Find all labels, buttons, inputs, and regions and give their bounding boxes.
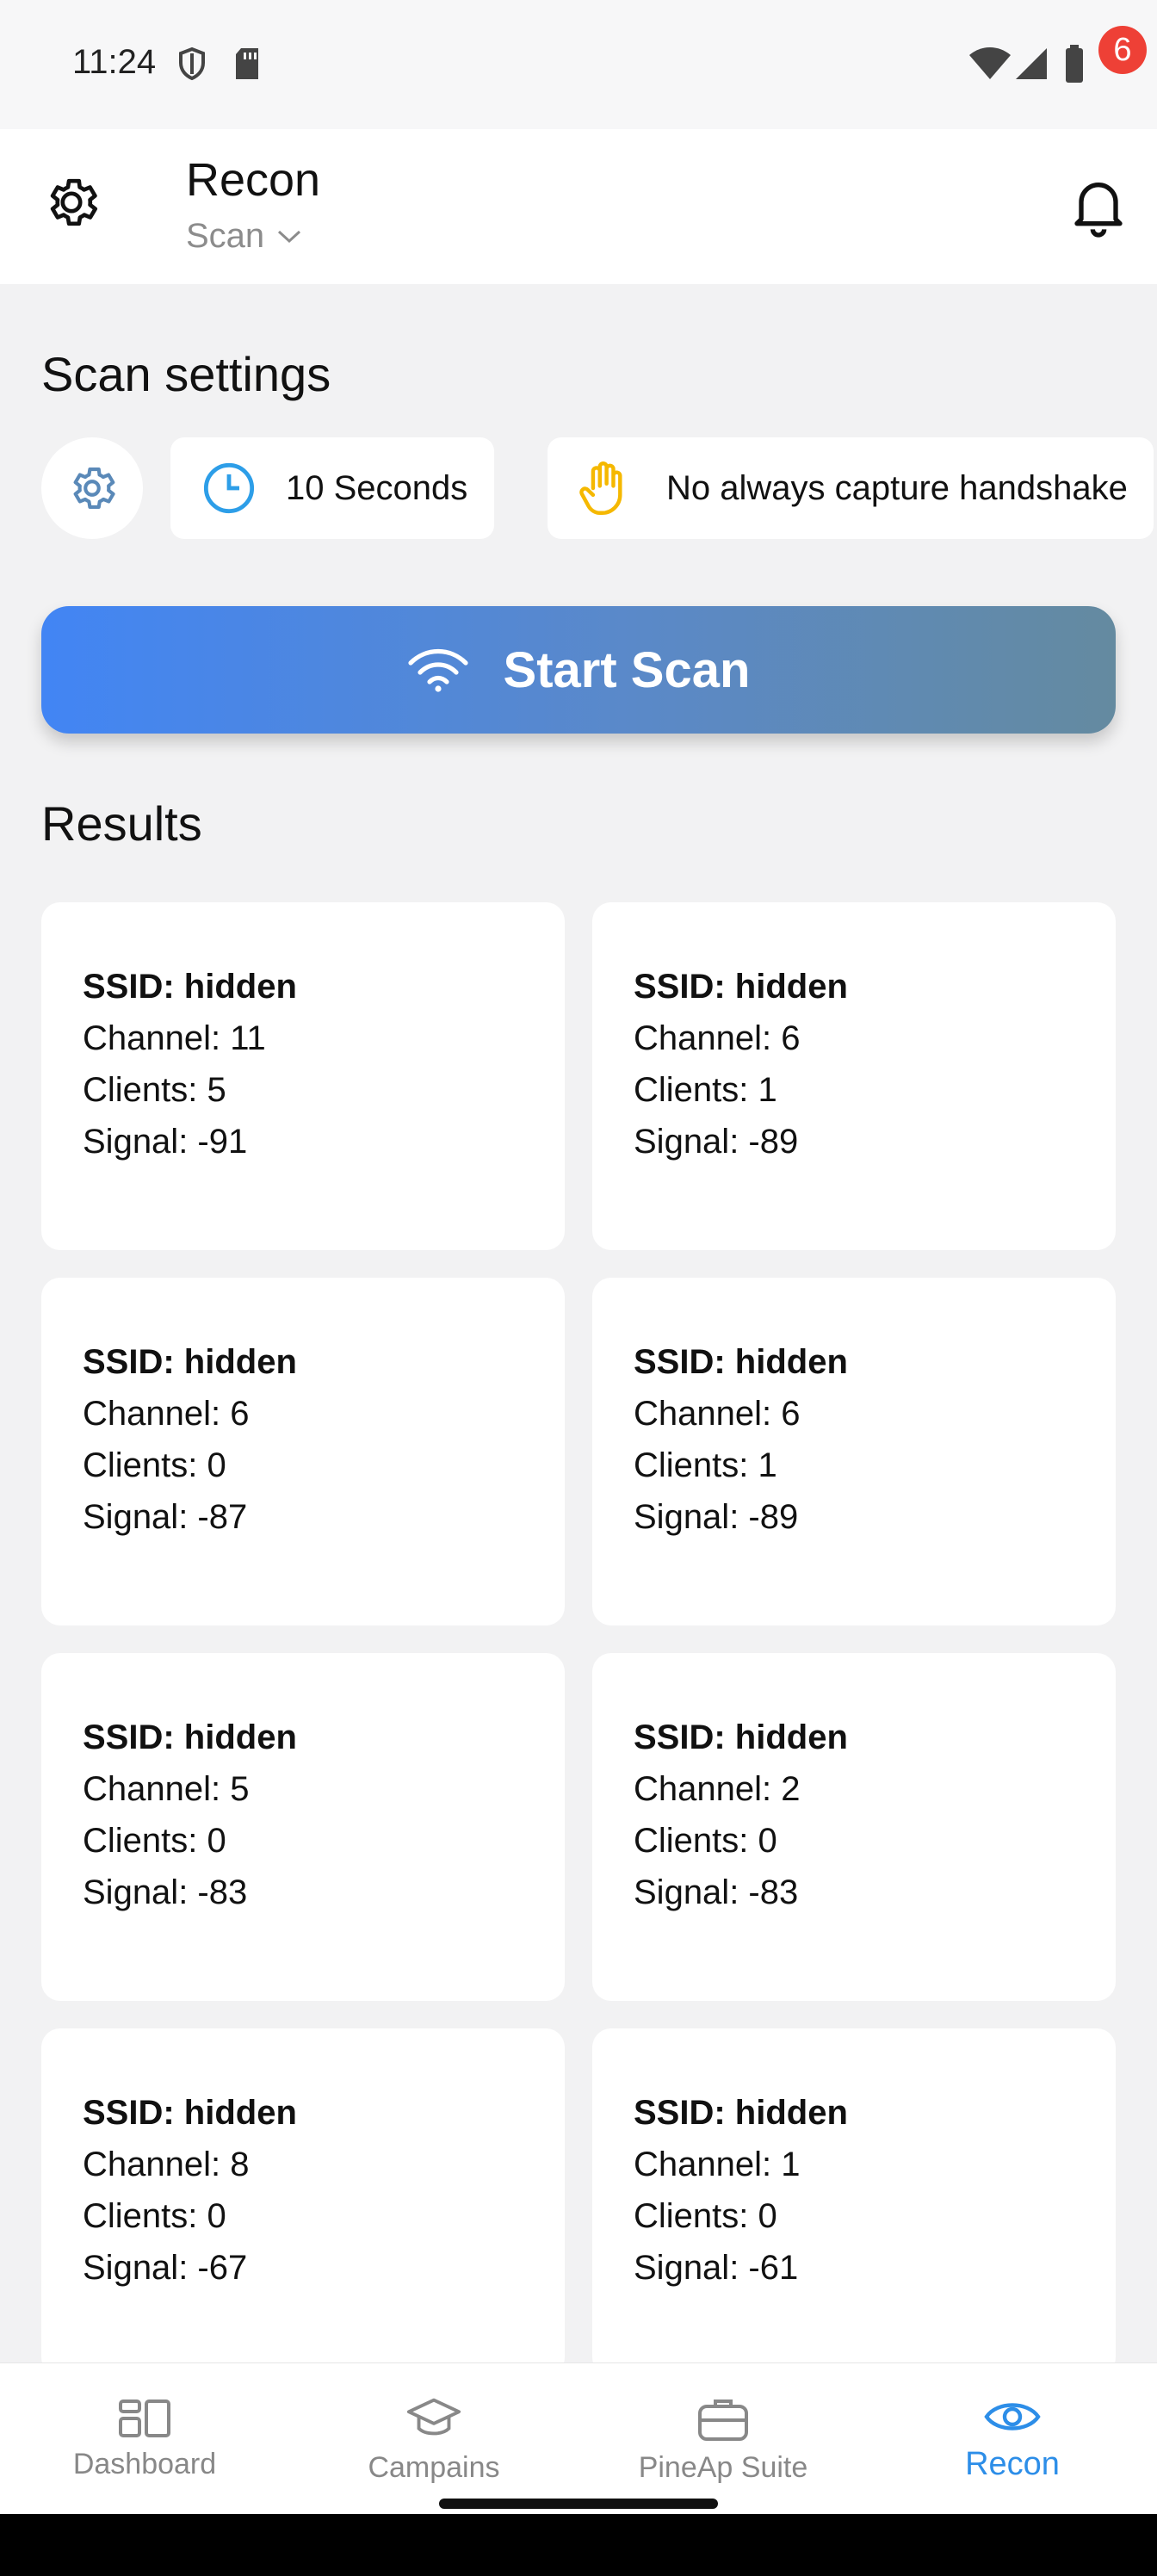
nav-label-dashboard: Dashboard (72, 2447, 217, 2480)
result-channel: Channel: 11 (83, 1019, 266, 1057)
result-channel: Channel: 2 (634, 1770, 801, 1808)
chevron-down-icon (278, 230, 301, 243)
gear-icon (73, 467, 115, 510)
app-header: Recon Scan (0, 129, 1157, 284)
result-clients: Clients: 0 (634, 1822, 777, 1860)
result-signal: Signal: -61 (634, 2249, 799, 2287)
shield-icon (179, 46, 205, 81)
page-title: Recon (186, 154, 321, 206)
result-card[interactable]: SSID: hidden Channel: 8 Clients: 0 Signa… (41, 2028, 565, 2376)
nav-label-pineap-suite: PineAp Suite (638, 2450, 808, 2484)
briefcase-icon (698, 2399, 748, 2441)
result-card[interactable]: SSID: hidden Channel: 6 Clients: 0 Signa… (41, 1278, 565, 1625)
result-ssid: SSID: hidden (634, 968, 848, 1006)
scan-settings-title: Scan settings (41, 347, 331, 401)
battery-icon (1066, 45, 1083, 83)
mode-dropdown[interactable]: Scan (186, 217, 302, 256)
result-ssid: SSID: hidden (634, 1718, 848, 1756)
results-title: Results (41, 796, 202, 851)
result-clients: Clients: 1 (634, 1071, 777, 1109)
scan-duration-chip[interactable]: 10 Seconds (170, 437, 494, 539)
result-channel: Channel: 1 (634, 2146, 801, 2183)
result-channel: Channel: 8 (83, 2146, 250, 2183)
start-scan-label: Start Scan (503, 641, 751, 698)
result-clients: Clients: 5 (83, 1071, 226, 1109)
nav-label-campains: Campains (368, 2450, 500, 2484)
settings-gear-icon[interactable] (41, 172, 102, 232)
notification-badge: 6 (1098, 26, 1147, 74)
handshake-capture-chip[interactable]: No always capture handshake (548, 437, 1154, 539)
result-signal: Signal: -87 (83, 1498, 248, 1536)
home-gesture-handle[interactable] (439, 2499, 718, 2509)
result-clients: Clients: 0 (634, 2197, 777, 2235)
result-ssid: SSID: hidden (83, 2094, 297, 2132)
notification-bell-icon[interactable] (1064, 170, 1133, 239)
dashboard-icon (119, 2399, 170, 2437)
nav-label-recon: Recon (965, 2445, 1060, 2482)
clock-icon (203, 462, 255, 514)
result-ssid: SSID: hidden (634, 1343, 848, 1381)
result-ssid: SSID: hidden (83, 968, 297, 1006)
result-card[interactable]: SSID: hidden Channel: 6 Clients: 1 Signa… (592, 902, 1116, 1250)
result-signal: Signal: -67 (83, 2249, 248, 2287)
result-card[interactable]: SSID: hidden Channel: 1 Clients: 0 Signa… (592, 2028, 1116, 2376)
result-channel: Channel: 5 (83, 1770, 250, 1808)
result-card[interactable]: SSID: hidden Channel: 5 Clients: 0 Signa… (41, 1653, 565, 2001)
wifi-signal-icon (969, 47, 1011, 79)
nav-item-dashboard[interactable]: Dashboard (0, 2363, 289, 2515)
graduation-cap-icon (406, 2398, 461, 2435)
hand-icon (579, 461, 622, 515)
nav-item-recon[interactable]: Recon (868, 2363, 1157, 2515)
scan-duration-label: 10 Seconds (286, 468, 468, 507)
nav-item-pineap-suite[interactable]: PineAp Suite (578, 2363, 868, 2515)
result-clients: Clients: 1 (634, 1446, 777, 1484)
result-clients: Clients: 0 (83, 2197, 226, 2235)
result-signal: Signal: -89 (634, 1498, 799, 1536)
bottom-nav: Dashboard Campains PineAp Suite Recon (0, 2362, 1157, 2514)
result-signal: Signal: -83 (634, 1873, 799, 1911)
result-signal: Signal: -89 (634, 1123, 799, 1161)
nav-item-campains[interactable]: Campains (289, 2363, 578, 2515)
result-card[interactable]: SSID: hidden Channel: 11 Clients: 5 Sign… (41, 902, 565, 1250)
result-channel: Channel: 6 (83, 1395, 250, 1433)
result-clients: Clients: 0 (83, 1822, 226, 1860)
result-card[interactable]: SSID: hidden Channel: 6 Clients: 1 Signa… (592, 1278, 1116, 1625)
handshake-capture-label: No always capture handshake (666, 468, 1128, 507)
system-gesture-area (0, 2514, 1157, 2576)
status-bar: 11:24 (0, 0, 1157, 129)
wifi-icon (407, 649, 468, 692)
result-channel: Channel: 6 (634, 1395, 801, 1433)
result-ssid: SSID: hidden (634, 2094, 848, 2132)
result-card[interactable]: SSID: hidden Channel: 2 Clients: 0 Signa… (592, 1653, 1116, 2001)
sd-card-icon (236, 48, 258, 79)
eye-icon (984, 2402, 1041, 2430)
start-scan-button[interactable]: Start Scan (41, 606, 1116, 734)
scan-settings-button[interactable] (41, 437, 143, 539)
result-signal: Signal: -83 (83, 1873, 248, 1911)
result-signal: Signal: -91 (83, 1123, 248, 1161)
cell-signal-icon (1016, 48, 1047, 79)
result-ssid: SSID: hidden (83, 1343, 297, 1381)
result-channel: Channel: 6 (634, 1019, 801, 1057)
status-time: 11:24 (72, 43, 157, 81)
result-clients: Clients: 0 (83, 1446, 226, 1484)
result-ssid: SSID: hidden (83, 1718, 297, 1756)
mode-dropdown-label: Scan (186, 217, 265, 255)
